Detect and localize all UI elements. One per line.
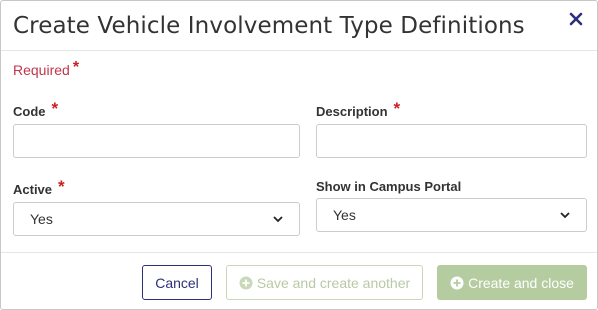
close-icon[interactable] (568, 11, 584, 27)
active-select-value: Yes (30, 211, 53, 227)
active-required-star: * (58, 177, 65, 196)
active-label: Active * (13, 177, 65, 199)
save-and-create-another-button[interactable]: Save and create another (226, 265, 423, 300)
required-note: Required * (13, 59, 80, 80)
show-in-portal-select[interactable]: Yes (316, 198, 587, 232)
show-in-portal-label-text: Show in Campus Portal (316, 179, 462, 194)
cancel-button-label: Cancel (155, 274, 199, 291)
create-dialog: Create Vehicle Involvement Type Definiti… (0, 0, 598, 310)
description-label-text: Description (316, 104, 388, 119)
description-input[interactable] (316, 124, 587, 158)
description-required-star: * (393, 99, 401, 118)
code-input[interactable] (13, 124, 300, 158)
footer-divider (1, 252, 597, 253)
chevron-down-icon (273, 216, 283, 223)
code-label: Code * (13, 99, 59, 121)
active-select[interactable]: Yes (13, 202, 300, 236)
required-star: * (72, 59, 80, 76)
plus-circle-icon (239, 276, 253, 289)
header-divider (1, 50, 597, 51)
description-label: Description * (316, 99, 401, 121)
code-label-text: Code (13, 104, 46, 119)
create-and-close-label: Create and close (468, 274, 574, 291)
show-in-portal-select-value: Yes (333, 207, 356, 223)
cancel-button[interactable]: Cancel (142, 265, 212, 300)
dialog-title: Create Vehicle Involvement Type Definiti… (13, 13, 525, 39)
active-label-text: Active (13, 182, 53, 197)
plus-circle-icon (450, 276, 464, 289)
chevron-down-icon (560, 212, 570, 219)
required-note-text: Required (13, 62, 70, 78)
code-required-star: * (51, 99, 59, 118)
create-and-close-button[interactable]: Create and close (437, 265, 587, 300)
show-in-portal-label: Show in Campus Portal (316, 179, 461, 194)
save-and-create-another-label: Save and create another (256, 274, 411, 291)
